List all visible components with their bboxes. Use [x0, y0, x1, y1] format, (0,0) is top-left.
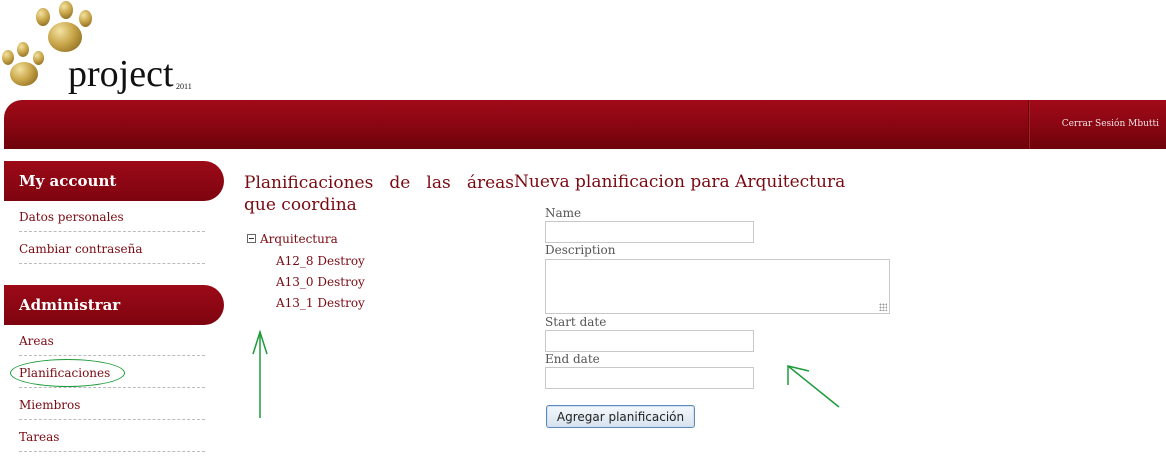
- diagonal-arrow-icon: [787, 365, 840, 408]
- resize-handle-icon[interactable]: [879, 303, 887, 311]
- up-arrow-icon: [252, 329, 268, 418]
- name-label: Name: [545, 206, 582, 220]
- form-title: Nueva planificacion para Arquitectura: [514, 172, 846, 192]
- description-label: Description: [545, 243, 616, 257]
- header: project 2011: [0, 0, 1166, 100]
- sidebar-item-miembros[interactable]: Miembros: [19, 388, 205, 420]
- sidebar-item-tareas[interactable]: Tareas: [19, 420, 205, 452]
- tree-item[interactable]: A13_1 Destroy: [276, 296, 365, 310]
- description-textarea[interactable]: [545, 259, 890, 314]
- brand-name: project: [68, 53, 174, 95]
- plans-title: Planificaciones de las áreas que coordin…: [244, 173, 514, 215]
- sidebar-item-areas[interactable]: Areas: [19, 324, 205, 356]
- top-bar: Cerrar Sesión Mbutti: [4, 100, 1166, 149]
- topbar-divider: [1028, 100, 1030, 149]
- tree-node-root[interactable]: Arquitectura: [247, 232, 338, 246]
- tree-node-label: Arquitectura: [260, 232, 338, 246]
- highlight-circle: [10, 359, 125, 387]
- end-date-label: End date: [545, 352, 600, 366]
- start-date-label: Start date: [545, 315, 607, 329]
- name-input[interactable]: [545, 221, 754, 243]
- start-date-input[interactable]: [545, 330, 754, 352]
- sidebar-item-datos-personales[interactable]: Datos personales: [19, 200, 205, 232]
- sidebar-header-administrar: Administrar: [4, 285, 224, 325]
- sidebar-header-my-account: My account: [4, 161, 224, 201]
- add-plan-button[interactable]: Agregar planificación: [546, 405, 695, 428]
- collapse-icon[interactable]: [247, 234, 256, 243]
- brand-year: 2011: [176, 82, 192, 91]
- tree-item[interactable]: A13_0 Destroy: [276, 275, 365, 289]
- tree-item[interactable]: A12_8 Destroy: [276, 254, 365, 268]
- end-date-input[interactable]: [545, 367, 754, 389]
- logout-link[interactable]: Cerrar Sesión Mbutti: [1062, 119, 1159, 129]
- sidebar-item-cambiar-contrasena[interactable]: Cambiar contraseña: [19, 232, 205, 264]
